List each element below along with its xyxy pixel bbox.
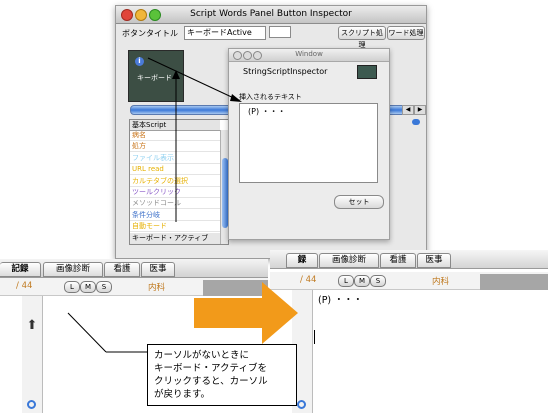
pointer-line	[147, 57, 239, 101]
callout-line-1: カーソルがないときに	[154, 350, 250, 361]
callout-box: カーソルがないときに キーボード・アクティブを クリックすると、カーソル が戻り…	[147, 344, 297, 406]
callout-line-3: クリックすると、カーソル	[154, 376, 268, 387]
callout-line	[67, 312, 107, 353]
arrowhead-icon	[230, 94, 242, 102]
callout-line-4: が戻ります。	[154, 389, 211, 400]
callout-line-2: キーボード・アクティブを	[154, 363, 267, 374]
orange-arrow-icon	[194, 282, 298, 344]
